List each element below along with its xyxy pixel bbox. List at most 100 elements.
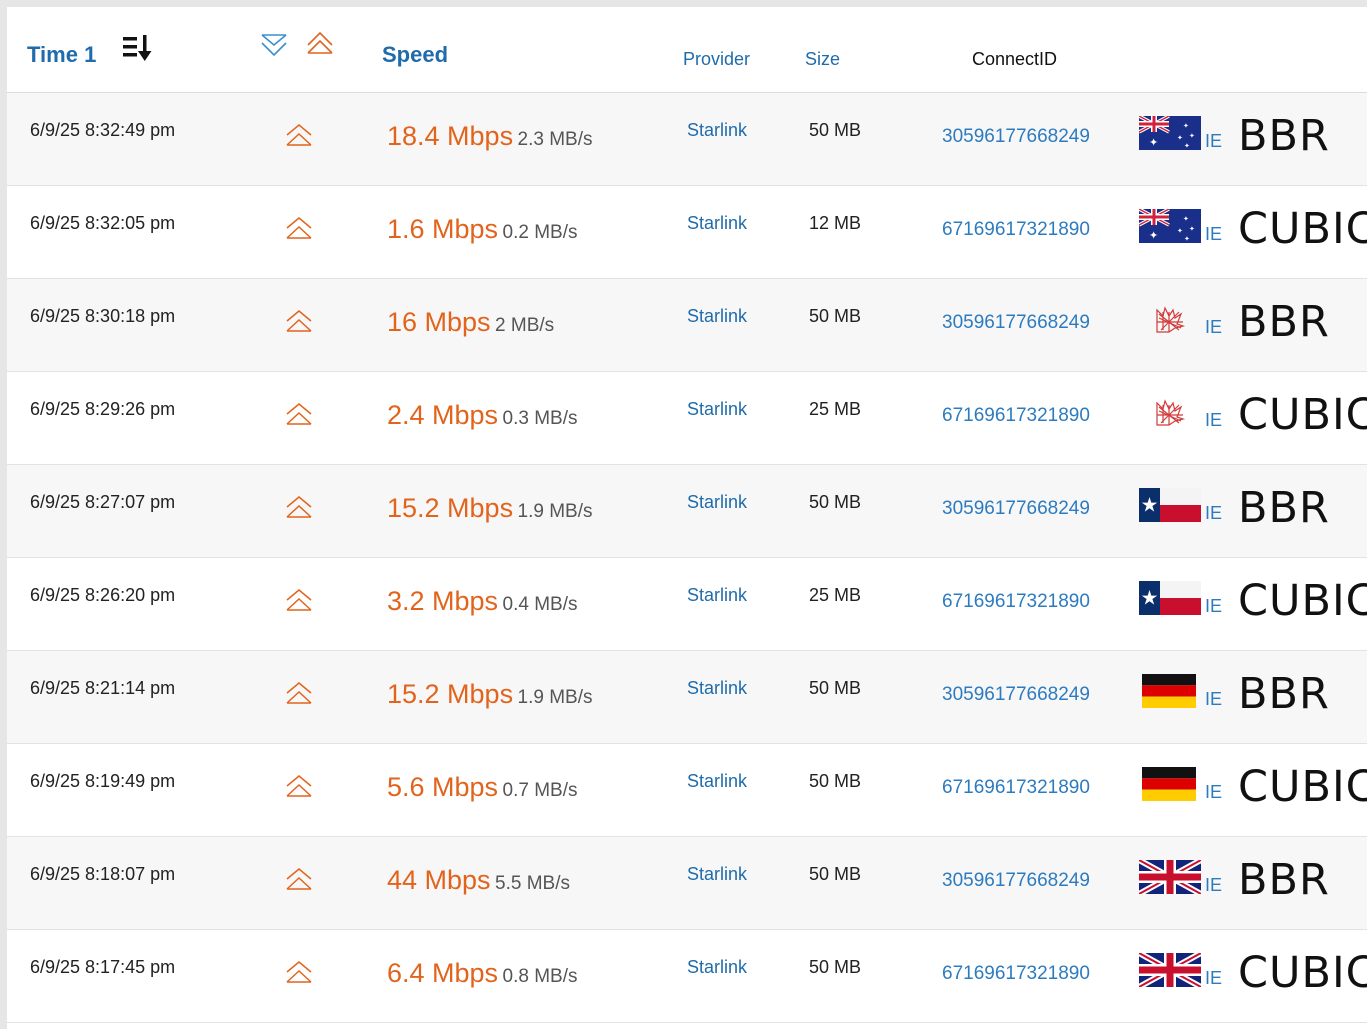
speed-mbps: 2.4 Mbps <box>387 400 499 430</box>
provider-link[interactable]: Starlink <box>687 864 747 885</box>
row-time: 6/9/25 8:19:49 pm <box>30 771 176 791</box>
country-code-link[interactable]: IE <box>1205 875 1222 896</box>
table-row[interactable]: 6/9/25 8:32:49 pm 18.4 Mbps 2.3 MB/s Starl… <box>7 93 1367 186</box>
speed-mbs: 5.5 MB/s <box>495 873 570 894</box>
speed-mbps: 1.6 Mbps <box>387 214 499 244</box>
row-size: 50 MB <box>809 678 862 698</box>
provider-link[interactable]: Starlink <box>687 492 747 513</box>
texas-flag-icon <box>1139 488 1201 522</box>
upload-arrow-icon <box>285 495 313 521</box>
time-column-header[interactable]: Time 1 <box>27 42 96 68</box>
row-size: 25 MB <box>809 399 862 419</box>
svg-text:✦: ✦ <box>1149 137 1158 149</box>
speed-mbs: 0.3 MB/s <box>502 408 578 429</box>
upload-arrow-icon[interactable] <box>307 31 333 54</box>
provider-link[interactable]: Starlink <box>687 678 747 699</box>
upload-arrow-icon <box>285 216 313 242</box>
row-size: 50 MB <box>809 771 862 791</box>
table-header: Time 1 Speed Provider Size ConnectID <box>7 7 1367 94</box>
upload-arrow-icon <box>285 588 313 614</box>
congestion-algorithm: CUBIC <box>1238 204 1367 254</box>
speed-mbs: 2 MB/s <box>495 315 555 336</box>
provider-link[interactable]: Starlink <box>687 213 747 234</box>
sort-descending-icon[interactable] <box>121 33 155 63</box>
table-row[interactable]: 6/9/25 8:18:07 pm 44 Mbps 5.5 MB/s Starlin… <box>7 837 1367 930</box>
speed-mbps: 16 Mbps <box>387 307 491 337</box>
connectid-link[interactable]: 67169617321890 <box>942 963 1090 985</box>
table-row[interactable]: 6/9/25 8:32:05 pm 1.6 Mbps 0.2 MB/s Starli… <box>7 186 1367 279</box>
table-row[interactable]: 6/9/25 8:27:07 pm 15.2 Mbps 1.9 MB/s Starl… <box>7 465 1367 558</box>
speed-mbps: 15.2 Mbps <box>387 679 514 709</box>
connectid-link[interactable]: 67169617321890 <box>942 591 1090 613</box>
country-code-link[interactable]: IE <box>1205 596 1222 617</box>
connectid-link[interactable]: 67169617321890 <box>942 777 1090 799</box>
connectid-link[interactable]: 30596177668249 <box>942 498 1090 520</box>
row-size: 25 MB <box>809 585 862 605</box>
country-code-link[interactable]: IE <box>1205 131 1222 152</box>
red-emblem-icon <box>1139 395 1201 429</box>
country-code-link[interactable]: IE <box>1205 410 1222 431</box>
table-row[interactable]: 6/9/25 8:19:49 pm 5.6 Mbps 0.7 MB/s Starli… <box>7 744 1367 837</box>
connectid-link[interactable]: 67169617321890 <box>942 219 1090 241</box>
provider-link[interactable]: Starlink <box>687 120 747 141</box>
provider-link[interactable]: Starlink <box>687 957 747 978</box>
upload-arrow-icon <box>285 774 313 800</box>
connectid-column-header: ConnectID <box>972 49 1058 69</box>
congestion-algorithm: CUBIC <box>1238 948 1367 998</box>
speed-mbs: 1.9 MB/s <box>517 687 593 708</box>
speed-mbs: 0.2 MB/s <box>502 222 578 243</box>
provider-link[interactable]: Starlink <box>687 585 747 606</box>
provider-link[interactable]: Starlink <box>687 399 747 420</box>
provider-link[interactable]: Starlink <box>687 306 747 327</box>
row-size: 12 MB <box>809 213 862 233</box>
row-time: 6/9/25 8:32:49 pm <box>30 120 176 140</box>
speed-mbs: 0.7 MB/s <box>502 780 578 801</box>
provider-link[interactable]: Starlink <box>687 771 747 792</box>
country-code-link[interactable]: IE <box>1205 782 1222 803</box>
speed-mbps: 3.2 Mbps <box>387 586 499 616</box>
row-time: 6/9/25 8:18:07 pm <box>30 864 176 884</box>
speed-mbps: 15.2 Mbps <box>387 493 514 523</box>
row-speed: 5.6 Mbps 0.7 MB/s <box>387 772 578 803</box>
speed-column-header[interactable]: Speed <box>382 42 448 68</box>
table-row[interactable]: 6/9/25 8:29:26 pm 2.4 Mbps 0.3 MB/s Starli… <box>7 372 1367 465</box>
congestion-algorithm: BBR <box>1238 483 1330 533</box>
row-speed: 16 Mbps 2 MB/s <box>387 307 554 338</box>
results-panel: Time 1 Speed Provider Size ConnectID 6/9… <box>7 7 1367 1029</box>
direction-toggle-icons <box>261 31 333 57</box>
table-row[interactable]: 6/9/25 8:30:18 pm 16 Mbps 2 MB/s Starlink 5… <box>7 279 1367 372</box>
country-code-link[interactable]: IE <box>1205 689 1222 710</box>
country-code-link[interactable]: IE <box>1205 968 1222 989</box>
row-time: 6/9/25 8:30:18 pm <box>30 306 176 326</box>
country-code-link[interactable]: IE <box>1205 224 1222 245</box>
table-row[interactable]: 6/9/25 8:17:45 pm 6.4 Mbps 0.8 MB/s Starli… <box>7 930 1367 1023</box>
country-code-link[interactable]: IE <box>1205 317 1222 338</box>
svg-text:✦: ✦ <box>1189 132 1195 140</box>
size-column-header[interactable]: Size <box>805 49 840 70</box>
download-arrow-icon[interactable] <box>261 34 287 57</box>
connectid-link[interactable]: 30596177668249 <box>942 312 1090 334</box>
uk-flag-icon <box>1137 950 1203 990</box>
table-row[interactable]: 6/9/25 8:21:14 pm 15.2 Mbps 1.9 MB/s Starl… <box>7 651 1367 744</box>
row-size: 50 MB <box>809 120 862 140</box>
connectid-link[interactable]: 30596177668249 <box>942 684 1090 706</box>
connectid-link[interactable]: 67169617321890 <box>942 405 1090 427</box>
row-speed: 15.2 Mbps 1.9 MB/s <box>387 493 593 524</box>
country-code-link[interactable]: IE <box>1205 503 1222 524</box>
australia-flag-icon: ✦ ✦ ✦ ✦ ✦ <box>1138 207 1201 243</box>
speed-mbps: 18.4 Mbps <box>387 121 514 151</box>
svg-text:✦: ✦ <box>1149 230 1158 242</box>
svg-text:✦: ✦ <box>1183 215 1189 223</box>
row-time: 6/9/25 8:26:20 pm <box>30 585 176 605</box>
connectid-link[interactable]: 30596177668249 <box>942 870 1090 892</box>
row-time: 6/9/25 8:29:26 pm <box>30 399 176 419</box>
svg-text:✦: ✦ <box>1184 235 1190 243</box>
speed-mbs: 0.8 MB/s <box>502 966 578 987</box>
results-table-body: 6/9/25 8:32:49 pm 18.4 Mbps 2.3 MB/s Starl… <box>7 93 1367 1023</box>
svg-text:✦: ✦ <box>1177 134 1183 142</box>
row-speed: 18.4 Mbps 2.3 MB/s <box>387 121 593 152</box>
germany-flag-icon <box>1139 674 1201 708</box>
table-row[interactable]: 6/9/25 8:26:20 pm 3.2 Mbps 0.4 MB/s Starli… <box>7 558 1367 651</box>
provider-column-header[interactable]: Provider <box>683 49 750 70</box>
connectid-link[interactable]: 30596177668249 <box>942 126 1090 148</box>
